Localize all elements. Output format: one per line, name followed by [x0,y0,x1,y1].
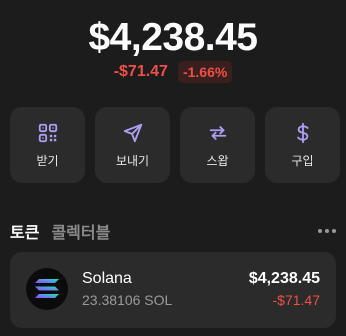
dollar-icon [296,122,308,143]
buy-button[interactable]: 구입 [265,107,340,183]
token-row-solana[interactable]: Solana 23.38106 SOL $4,238.45 -$71.47 [10,252,336,328]
token-change: -$71.47 [272,292,320,308]
solana-logo-icon [26,268,68,310]
change-amount: -$71.47 [113,63,168,80]
change-percent-badge: -1.66% [177,61,233,83]
receive-label: 받기 [36,153,59,168]
asset-tabs: 토큰 콜렉터블 [10,219,336,243]
action-buttons: 받기 보내기 스왑 구입 [10,107,340,183]
buy-label: 구입 [291,153,314,168]
tab-tokens[interactable]: 토큰 [10,219,39,243]
swap-label: 스왑 [206,153,229,168]
token-amount: 23.38106 SOL [82,292,173,308]
token-name: Solana [82,270,132,287]
swap-button[interactable]: 스왑 [180,107,255,183]
send-label: 보내기 [115,153,150,168]
total-balance: $4,238.45 [88,16,258,59]
more-options-icon[interactable] [318,225,336,237]
token-value: $4,238.45 [248,270,320,287]
send-icon [123,123,142,142]
qr-code-icon [38,123,57,142]
receive-button[interactable]: 받기 [10,107,85,183]
balance-change: -$71.47 -1.66% [0,61,346,83]
send-button[interactable]: 보내기 [95,107,170,183]
tab-collectibles[interactable]: 콜렉터블 [51,219,110,243]
swap-icon [209,125,226,140]
